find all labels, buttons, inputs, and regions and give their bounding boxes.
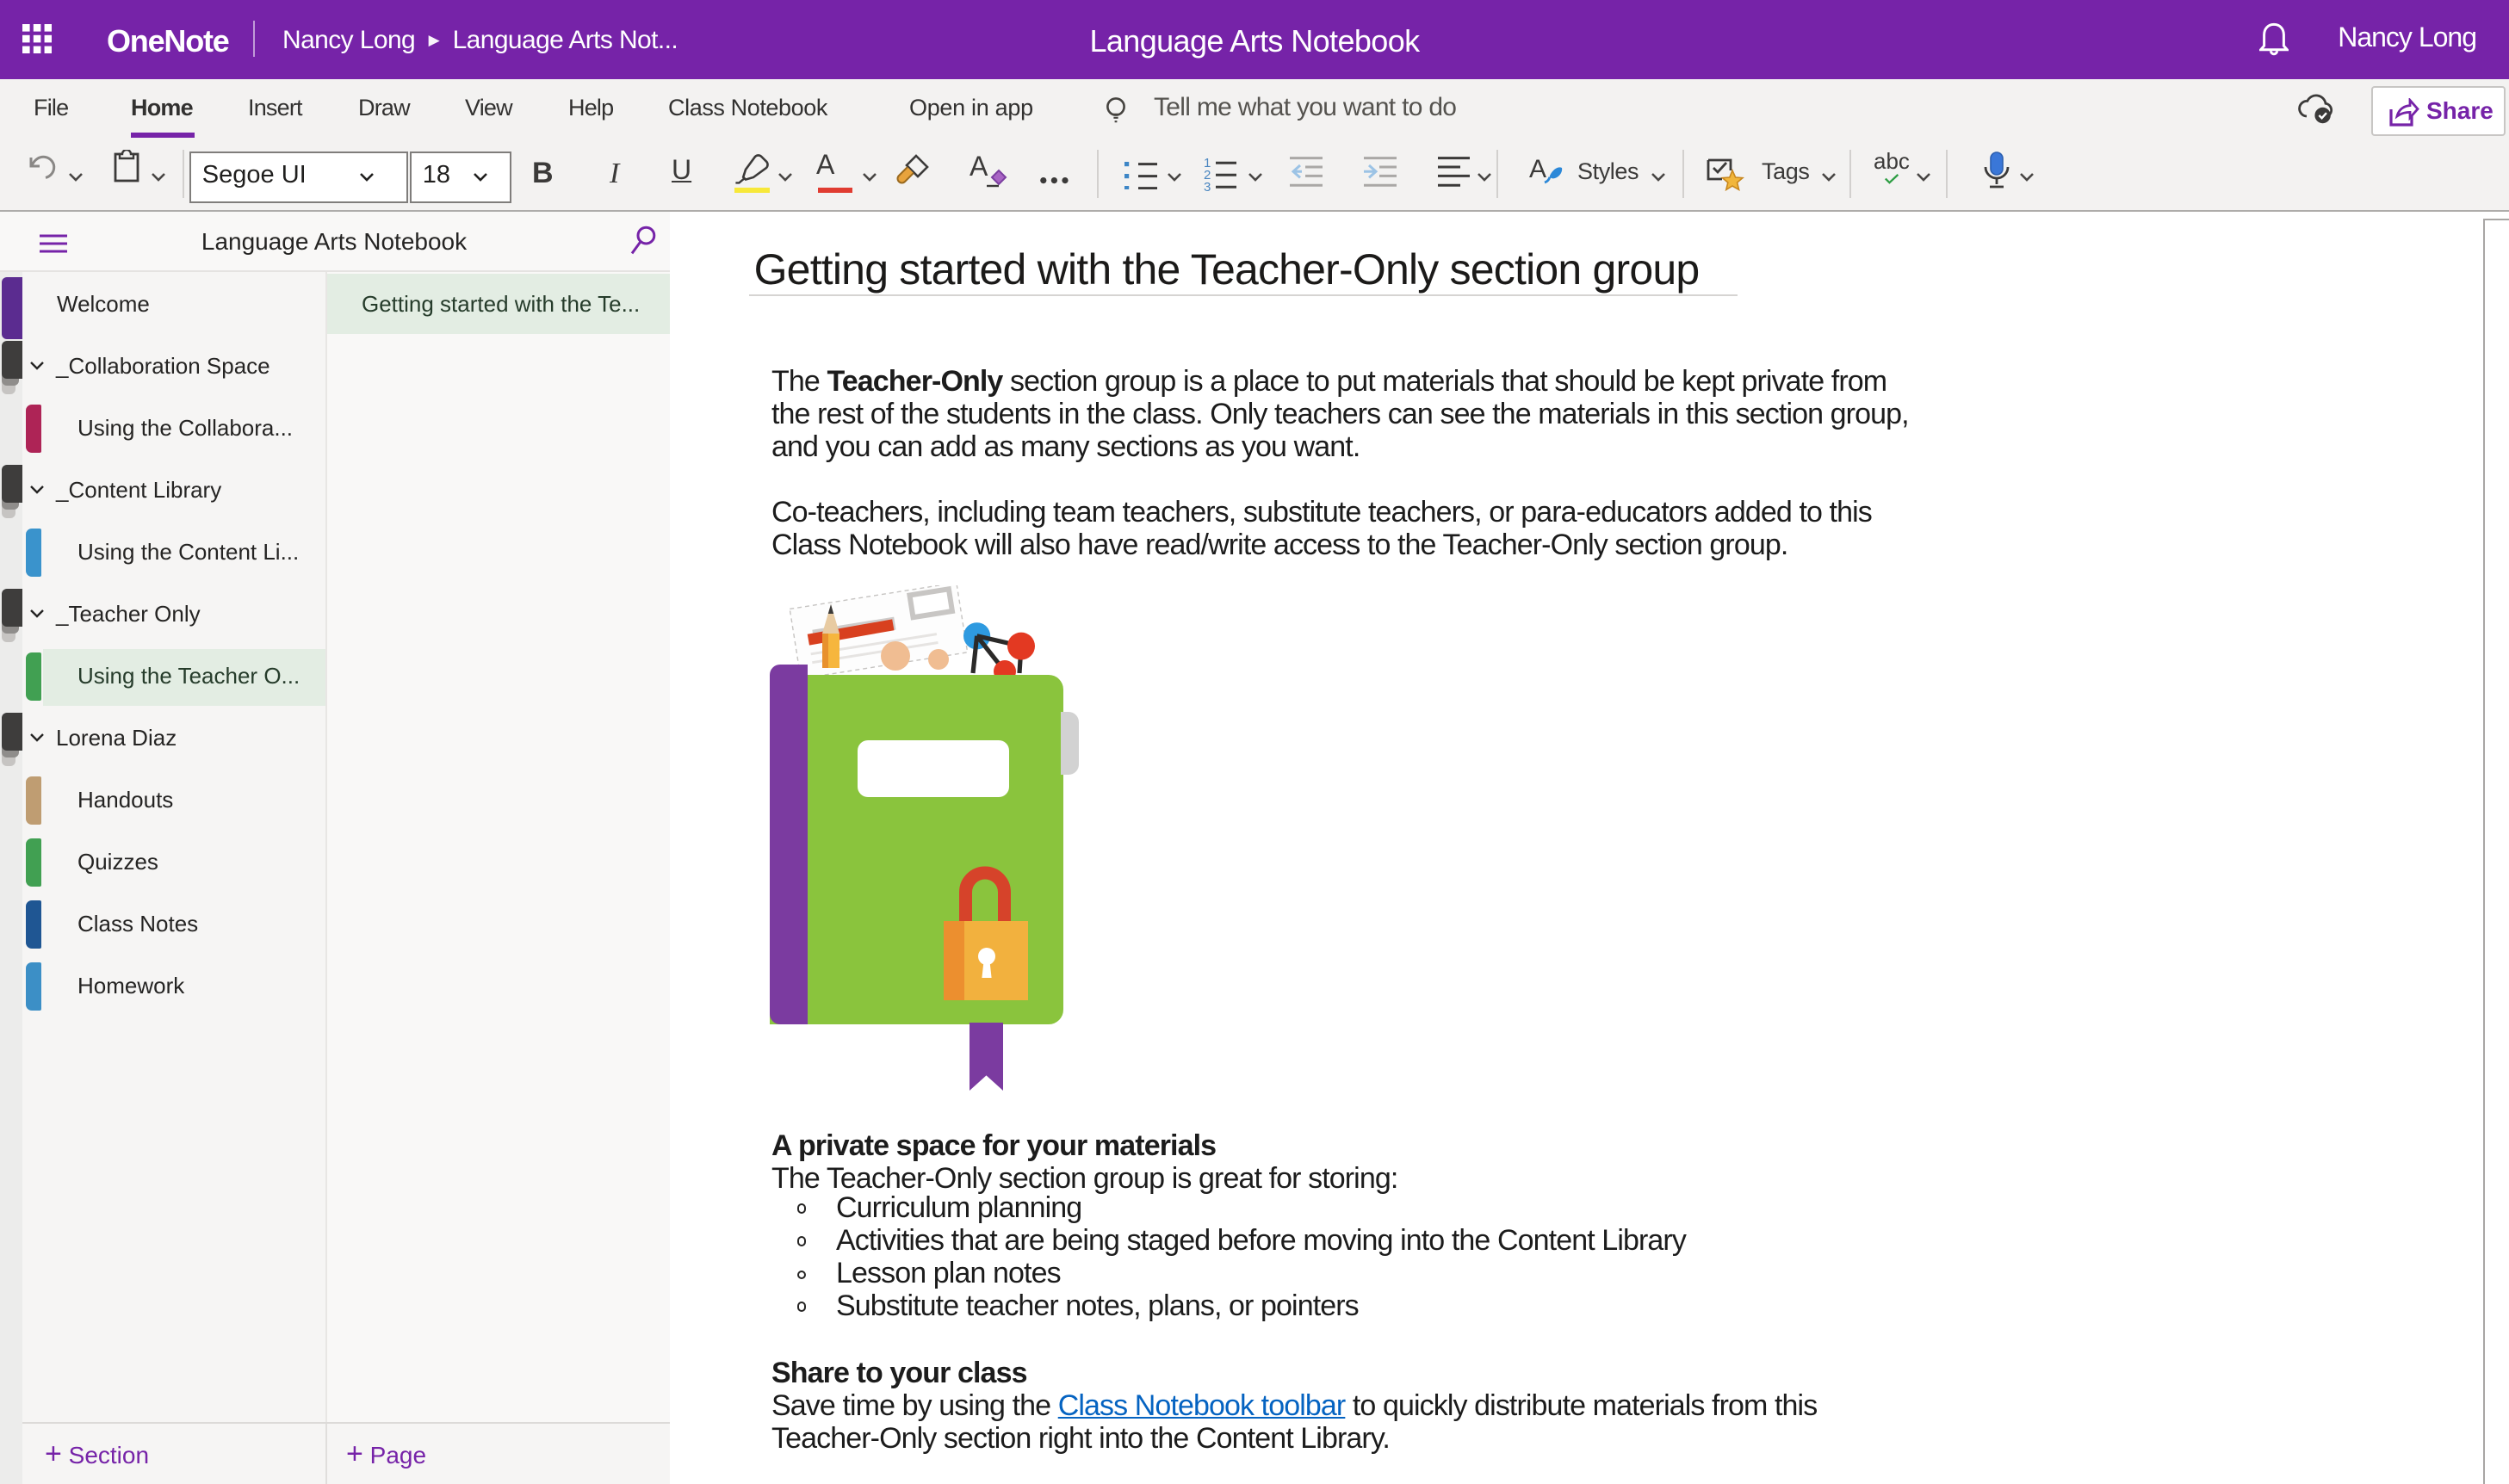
svg-text:A: A — [1529, 155, 1546, 183]
svg-text:3: 3 — [1204, 180, 1211, 191]
